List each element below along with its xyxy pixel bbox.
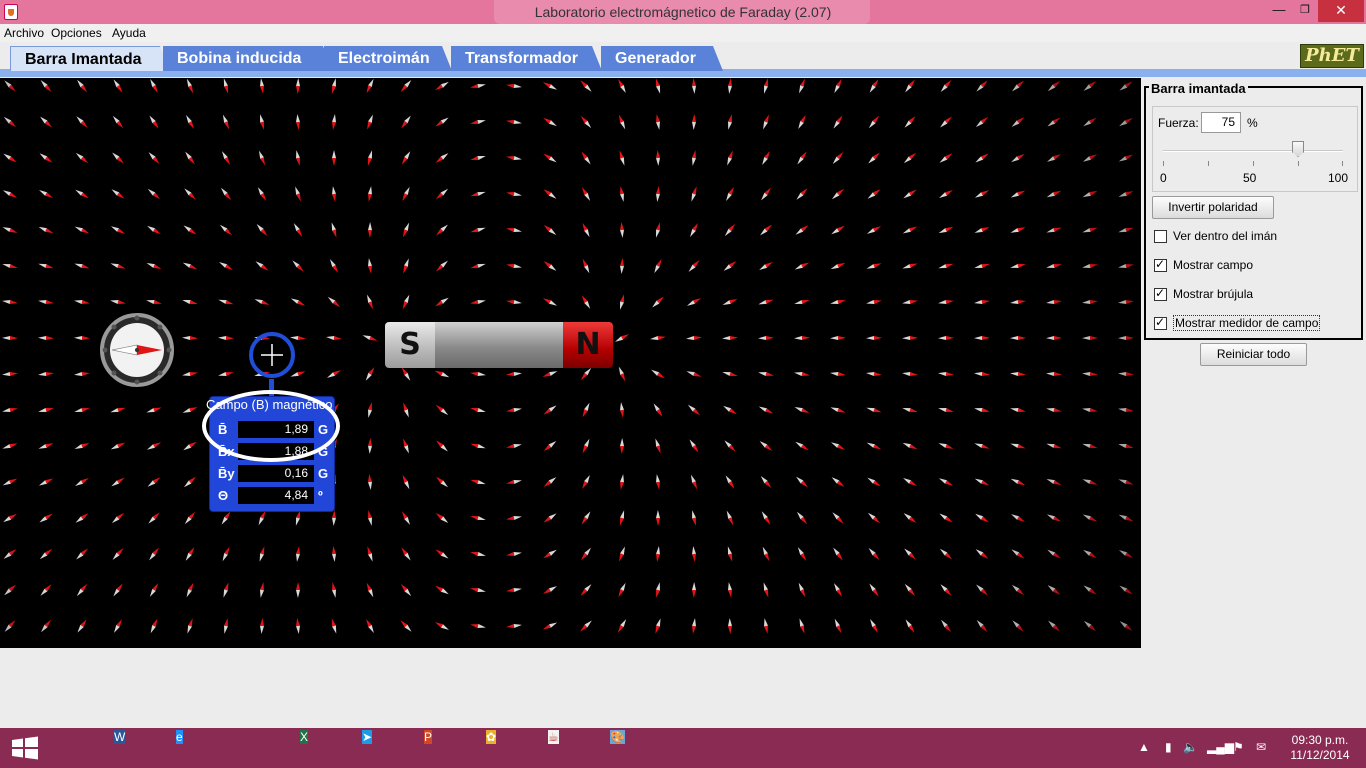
excel-icon: X: [300, 730, 309, 744]
tick-label-100: 100: [1328, 171, 1349, 185]
network-icon[interactable]: ▂▄▆: [1207, 740, 1234, 754]
tray-overflow-icon[interactable]: ▲: [1138, 740, 1150, 754]
tab-bobina-inducida[interactable]: Bobina inducida: [163, 46, 333, 71]
meter-row-by: B̄y 0,16 G: [214, 465, 334, 483]
control-panel: Barra imantada Fuerza: 75 % 0 50 100 Inv…: [1141, 78, 1366, 648]
meter-label-by: B̄y: [218, 466, 235, 481]
taskbar-item-powerpoint[interactable]: P: [424, 730, 433, 744]
checkbox-show-compass-box[interactable]: [1154, 286, 1167, 301]
title-bar: Laboratorio electromágnetico de Faraday …: [0, 0, 1366, 24]
meter-label-theta: Θ: [218, 488, 229, 503]
powerpoint-icon: P: [424, 730, 433, 744]
bar-magnet[interactable]: S N: [385, 322, 613, 368]
highlight-annotation: [202, 390, 340, 462]
compass-icon[interactable]: [100, 313, 174, 387]
strength-unit: %: [1247, 116, 1258, 130]
tab-transformador[interactable]: Transformador: [451, 46, 602, 71]
app-icon: ✿: [486, 730, 497, 744]
internet-explorer-icon: e: [176, 730, 183, 744]
tab-strip: Barra Imantada Bobina inducida Electroim…: [0, 42, 1366, 78]
invert-polarity-button[interactable]: Invertir polaridad: [1152, 196, 1274, 219]
window-title: Laboratorio electromágnetico de Faraday …: [534, 4, 832, 20]
clock-date: 11/12/2014: [1290, 748, 1350, 762]
strength-slider-thumb[interactable]: [1292, 141, 1304, 157]
strength-slider-track[interactable]: [1163, 150, 1343, 152]
meter-row-theta: Θ 4,84 º: [214, 487, 334, 505]
tick-label-50: 50: [1243, 171, 1257, 185]
word-icon: W: [114, 730, 126, 744]
checkbox-show-field-box[interactable]: [1154, 257, 1167, 272]
menu-ayuda[interactable]: Ayuda: [112, 26, 146, 40]
tab-barra-imantada[interactable]: Barra Imantada: [10, 46, 170, 71]
java-icon: ☕: [548, 730, 559, 744]
taskbar-item-teamviewer[interactable]: ➤: [362, 730, 373, 744]
north-label: N: [575, 327, 601, 362]
taskbar-item-internet-explorer[interactable]: e: [176, 730, 183, 744]
meter-unit-theta: º: [318, 488, 323, 503]
meter-unit-by: G: [318, 466, 329, 481]
taskbar-item-java[interactable]: ☕: [548, 730, 559, 744]
windows-start-icon[interactable]: [0, 728, 50, 768]
minimize-button[interactable]: —: [1266, 0, 1292, 22]
close-button[interactable]: ✕: [1318, 0, 1364, 22]
volume-icon[interactable]: 🔈: [1183, 740, 1198, 754]
tab-electroiman[interactable]: Electroimán: [324, 46, 452, 71]
action-center-icon[interactable]: ✉: [1256, 740, 1266, 754]
strength-label: Fuerza:: [1158, 116, 1199, 130]
meter-value-by: 0,16: [238, 465, 314, 482]
checkbox-see-inside-box[interactable]: [1154, 230, 1167, 243]
phet-logo[interactable]: PhET: [1300, 44, 1364, 68]
battery-icon[interactable]: ▮: [1165, 740, 1172, 754]
restore-button[interactable]: ❐: [1292, 0, 1318, 22]
checkbox-show-field-meter-box[interactable]: [1154, 315, 1167, 330]
meter-value-theta: 4,84: [238, 487, 314, 504]
taskbar: [0, 728, 1366, 768]
bar-magnet-group: Barra imantada Fuerza: 75 % 0 50 100 Inv…: [1144, 81, 1363, 340]
tick-label-0: 0: [1160, 171, 1167, 185]
south-label: S: [399, 327, 421, 362]
teamviewer-icon: ➤: [362, 730, 373, 744]
menu-archivo[interactable]: Archivo: [4, 26, 44, 40]
menu-opciones[interactable]: Opciones: [51, 26, 102, 40]
taskbar-item-excel[interactable]: X: [300, 730, 309, 744]
strength-input[interactable]: 75: [1201, 112, 1241, 133]
menu-bar: Archivo Opciones Ayuda: [0, 24, 1366, 42]
clock-time: 09:30 p.m.: [1291, 733, 1349, 747]
group-title: Barra imantada: [1149, 81, 1248, 96]
strength-control: Fuerza: 75 % 0 50 100: [1152, 106, 1358, 192]
taskbar-item-paint[interactable]: 🎨: [610, 730, 625, 744]
paint-icon: 🎨: [610, 730, 625, 744]
taskbar-item-word[interactable]: W: [114, 730, 126, 744]
reset-all-button[interactable]: Reiniciar todo: [1200, 343, 1307, 366]
simulation-canvas[interactable]: S N Campo (B) magnético B̄ 1,89 G B̄x 1,…: [0, 78, 1141, 648]
taskbar-item-app[interactable]: ✿: [486, 730, 497, 744]
tab-generador[interactable]: Generador: [601, 46, 723, 71]
flag-icon[interactable]: ⚑: [1233, 740, 1244, 754]
field-meter-probe[interactable]: [248, 331, 296, 379]
system-clock[interactable]: 09:30 p.m. 11/12/2014: [1280, 733, 1360, 763]
